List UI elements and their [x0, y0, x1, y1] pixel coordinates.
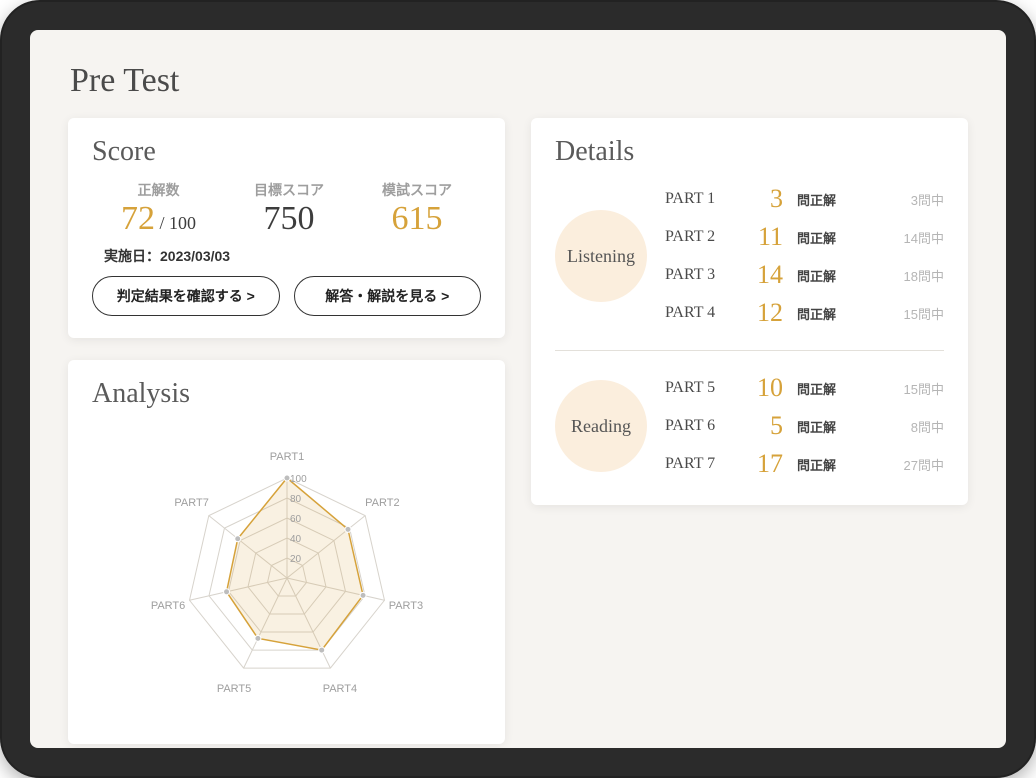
- score-label: 正解数: [121, 180, 196, 200]
- score-heading: Score: [92, 136, 481, 168]
- answer-button[interactable]: 解答・解説を見る >: [294, 276, 482, 316]
- radar-svg: 20 40 60 80 100 PART1 PART2 PART3 PART4 PART5 PART…: [97, 427, 477, 717]
- score-item-mock: 模試スコア 615: [382, 180, 452, 236]
- svg-text:PART7: PART7: [174, 497, 208, 509]
- part-total: 18問中: [904, 266, 944, 285]
- score-card: Score 正解数 72 / 100 目標スコア 750: [68, 118, 505, 338]
- right-column: Details Listening PART 1 3 問正解 3問中 PART 2 11 問正…: [531, 118, 968, 744]
- part-correct-count: 10: [747, 375, 783, 401]
- parts-list: PART 5 10 問正解 15問中 PART 6 5 問正解 8問中 PART 7 17 問正解 2…: [665, 375, 944, 477]
- score-target-value: 750: [254, 202, 324, 236]
- svg-text:PART3: PART3: [388, 600, 422, 612]
- section-divider: [555, 350, 944, 351]
- score-mock-value: 615: [382, 202, 452, 236]
- button-row: 判定結果を確認する > 解答・解説を見る >: [92, 276, 481, 316]
- layout-grid: Score 正解数 72 / 100 目標スコア 750: [68, 118, 968, 744]
- svg-text:PART6: PART6: [150, 600, 184, 612]
- part-correct-count: 5: [747, 413, 783, 439]
- parts-list: PART 1 3 問正解 3問中 PART 2 11 問正解 14問中 PART 3 14 問正解 1…: [665, 186, 944, 326]
- part-label: PART 7: [665, 455, 737, 473]
- section-badge: Reading: [555, 380, 647, 472]
- part-row: PART 1 3 問正解 3問中: [665, 186, 944, 212]
- left-column: Score 正解数 72 / 100 目標スコア 750: [68, 118, 505, 744]
- section-reading: ReadingPART 510問正解15問中PART 65問正解8問中PART …: [555, 369, 944, 483]
- part-total: 14問中: [904, 228, 944, 247]
- part-row: PART 3 14 問正解 18問中: [665, 262, 944, 288]
- part-correct-suffix: 問正解: [797, 304, 836, 323]
- score-correct-value: 72: [121, 200, 155, 237]
- part-row: PART 6 5 問正解 8問中: [665, 413, 944, 439]
- part-correct-suffix: 問正解: [797, 190, 836, 209]
- score-label: 模試スコア: [382, 180, 452, 200]
- svg-text:PART1: PART1: [269, 451, 303, 463]
- svg-text:40: 40: [290, 534, 302, 545]
- part-label: PART 5: [665, 379, 737, 397]
- analysis-heading: Analysis: [92, 378, 481, 410]
- part-row: PART 2 11 問正解 14問中: [665, 224, 944, 250]
- section-listening: ListeningPART 13問正解3問中PART 211問正解14問中PAR…: [555, 180, 944, 332]
- part-correct-suffix: 問正解: [797, 455, 836, 474]
- part-total: 15問中: [904, 304, 944, 323]
- section-badge: Listening: [555, 210, 647, 302]
- part-correct-suffix: 問正解: [797, 266, 836, 285]
- part-total: 3問中: [911, 190, 944, 209]
- score-item-correct: 正解数 72 / 100: [121, 180, 196, 236]
- part-correct-count: 11: [747, 224, 783, 250]
- radar-chart: 20 40 60 80 100 PART1 PART2 PART3 PART4 PART5 PART…: [92, 422, 481, 722]
- part-label: PART 4: [665, 304, 737, 322]
- svg-text:PART2: PART2: [365, 497, 399, 509]
- part-row: PART 5 10 問正解 15問中: [665, 375, 944, 401]
- part-row: PART 7 17 問正解 27問中: [665, 451, 944, 477]
- part-total: 15問中: [904, 379, 944, 398]
- svg-text:PART4: PART4: [322, 683, 356, 695]
- analysis-card: Analysis 20 40 60 80 100 PART1 PART2 PART3 PART4…: [68, 360, 505, 744]
- part-total: 8問中: [911, 417, 944, 436]
- score-correct-denom: / 100: [155, 213, 196, 233]
- svg-text:80: 80: [290, 494, 302, 505]
- test-date: 実施日：2023/03/03: [104, 246, 481, 266]
- score-item-target: 目標スコア 750: [254, 180, 324, 236]
- judge-button[interactable]: 判定結果を確認する >: [92, 276, 280, 316]
- details-card: Details Listening PART 1 3 問正解 3問中 PART 2 11 問正…: [531, 118, 968, 505]
- part-correct-count: 14: [747, 262, 783, 288]
- part-label: PART 2: [665, 228, 737, 246]
- details-heading: Details: [555, 136, 944, 168]
- part-correct-suffix: 問正解: [797, 228, 836, 247]
- tablet-frame: Pre Test Score 正解数 72 / 100 目標スコア: [0, 0, 1036, 778]
- details-body: ListeningPART 13問正解3問中PART 211問正解14問中PAR…: [555, 180, 944, 483]
- part-label: PART 6: [665, 417, 737, 435]
- score-value-wrap: 72 / 100: [121, 202, 196, 236]
- svg-text:20: 20: [290, 554, 302, 565]
- part-correct-count: 3: [747, 186, 783, 212]
- part-label: PART 1: [665, 190, 737, 208]
- score-label: 目標スコア: [254, 180, 324, 200]
- part-correct-suffix: 問正解: [797, 417, 836, 436]
- part-row: PART 4 12 問正解 15問中: [665, 300, 944, 326]
- part-correct-count: 17: [747, 451, 783, 477]
- screen: Pre Test Score 正解数 72 / 100 目標スコア: [30, 30, 1006, 748]
- part-label: PART 3: [665, 266, 737, 284]
- part-correct-suffix: 問正解: [797, 379, 836, 398]
- svg-text:PART5: PART5: [216, 683, 250, 695]
- part-correct-count: 12: [747, 300, 783, 326]
- svg-text:60: 60: [290, 514, 302, 525]
- score-row: 正解数 72 / 100 目標スコア 750 模試スコア 615: [92, 180, 481, 236]
- page-title: Pre Test: [70, 62, 968, 100]
- svg-text:100: 100: [290, 474, 307, 485]
- part-total: 27問中: [904, 455, 944, 474]
